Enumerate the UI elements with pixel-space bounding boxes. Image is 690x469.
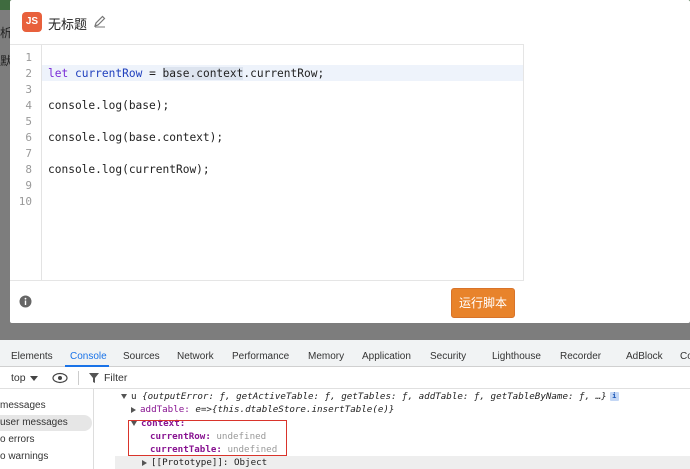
code-selection: base.context (162, 67, 244, 80)
line-number: 6 (25, 131, 32, 144)
object-summary: {outputError: ƒ, getActiveTable: ƒ, getT… (142, 391, 607, 402)
dialog-header: JS 无标题 (10, 0, 690, 44)
code-keyword: let (48, 67, 69, 80)
info-badge-icon: i (609, 392, 619, 401)
tab-elements[interactable]: Elements (11, 351, 53, 362)
object-prefix: u (131, 391, 143, 402)
console-toolbar: top Filter (0, 367, 690, 389)
tab-overflow[interactable]: Co (680, 351, 690, 362)
run-script-button[interactable]: 运行脚本 (451, 288, 515, 318)
property-key: addTable: (140, 404, 190, 415)
code-editor[interactable]: 1 2 3 4 5 6 7 8 9 10 let currentRow = ba… (10, 44, 524, 281)
tab-adblock[interactable]: AdBlock (626, 351, 663, 362)
console-addtable-line[interactable]: addTable: e=>{this.dtableStore.insertTab… (131, 404, 394, 415)
filter-input[interactable]: Filter (104, 372, 127, 384)
context-select[interactable]: top (11, 372, 26, 384)
console-sidebar: messages user messages o errors o warnin… (0, 389, 94, 469)
code-line-6[interactable]: console.log(base.context); (48, 131, 223, 144)
devtools-tabbar: Elements Console Sources Network Perform… (0, 340, 690, 367)
filter-icon (89, 373, 99, 383)
line-number: 10 (18, 195, 32, 208)
collapse-triangle-icon[interactable] (121, 394, 127, 399)
output-panel (524, 44, 690, 281)
tab-security[interactable]: Security (430, 351, 466, 362)
tab-performance[interactable]: Performance (232, 351, 289, 362)
prototype-line[interactable]: [[Prototype]]: Object (142, 457, 267, 468)
sidebar-item-warnings[interactable]: o warnings (0, 449, 92, 465)
script-title[interactable]: 无标题 (48, 14, 87, 33)
code-line-8[interactable]: console.log(currentRow); (48, 163, 210, 176)
code-rest: .currentRow; (243, 67, 325, 80)
tab-network[interactable]: Network (177, 351, 214, 362)
expand-triangle-icon[interactable] (142, 459, 147, 466)
line-gutter: 1 2 3 4 5 6 7 8 9 10 (10, 45, 42, 280)
script-dialog: JS 无标题 1 2 3 4 5 6 7 8 9 10 let currentR… (10, 0, 690, 323)
chevron-down-icon[interactable] (30, 376, 38, 381)
tab-console[interactable]: Console (70, 351, 107, 362)
dialog-footer: 运行脚本 (10, 281, 690, 323)
line-number: 7 (25, 147, 32, 160)
tab-lighthouse[interactable]: Lighthouse (492, 351, 541, 362)
code-line-4[interactable]: console.log(base); (48, 99, 169, 112)
console-object-line[interactable]: u {outputError: ƒ, getActiveTable: ƒ, ge… (121, 391, 619, 402)
tab-memory[interactable]: Memory (308, 351, 344, 362)
expand-triangle-icon[interactable] (131, 406, 136, 413)
tab-sources[interactable]: Sources (123, 351, 160, 362)
js-badge: JS (22, 12, 42, 32)
line-number: 1 (25, 51, 32, 64)
line-number: 2 (25, 67, 32, 80)
info-icon[interactable] (19, 295, 32, 308)
devtools-panel: Elements Console Sources Network Perform… (0, 340, 690, 469)
tab-recorder[interactable]: Recorder (560, 351, 601, 362)
line-number: 4 (25, 99, 32, 112)
console-prototype-row[interactable]: [[Prototype]]: Object (115, 456, 690, 469)
code-line-2[interactable]: let currentRow = base.context.currentRow… (48, 67, 324, 80)
line-number: 3 (25, 83, 32, 96)
property-value: e=>{this.dtableStore.insertTable(e)} (189, 404, 395, 415)
sidebar-item-errors[interactable]: o errors (0, 432, 92, 448)
line-number: 9 (25, 179, 32, 192)
pencil-icon[interactable] (93, 14, 107, 28)
code-operator: = (142, 67, 163, 80)
sidebar-item-user-messages[interactable]: user messages (0, 415, 92, 431)
toolbar-divider (78, 371, 79, 385)
code-variable: currentRow (74, 67, 143, 80)
tab-application[interactable]: Application (362, 351, 411, 362)
annotation-highlight-box (128, 420, 287, 456)
prototype-text: [[Prototype]]: Object (151, 457, 268, 468)
line-number: 5 (25, 115, 32, 128)
sidebar-item-messages[interactable]: messages (0, 398, 92, 414)
eye-icon[interactable] (52, 371, 68, 385)
line-number: 8 (25, 163, 32, 176)
